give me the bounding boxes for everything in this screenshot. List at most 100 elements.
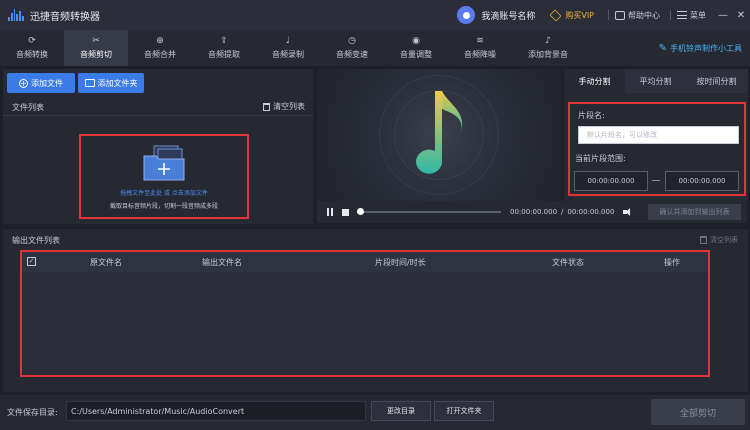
clear-output-button[interactable]: 清空列表 bbox=[700, 235, 738, 245]
time-separator: / bbox=[561, 208, 564, 216]
file-drop-zone[interactable]: 拖拽文件至此处 或 点击添加文件 截取目标音频片段，切割一段音频成多段 bbox=[79, 134, 249, 219]
tab-label: 音频转换 bbox=[16, 50, 48, 59]
split-panel: 手动分割 平均分割 按时间分割 片段名: 默认片段名，可以修改 当前片段范围: … bbox=[564, 69, 748, 201]
merge-icon: ⊕ bbox=[156, 36, 164, 46]
vip-label: 购买VIP bbox=[565, 10, 594, 20]
vip-diamond-icon bbox=[549, 9, 562, 21]
tab-label: 音量调整 bbox=[400, 50, 432, 59]
trash-icon bbox=[263, 102, 270, 111]
add-file-button[interactable]: + 添加文件 bbox=[7, 73, 75, 93]
app-logo-icon bbox=[8, 9, 24, 21]
tab-audio-speed[interactable]: ◷ 音频变速 bbox=[320, 30, 384, 66]
music-note-icon: ♪ bbox=[545, 36, 551, 46]
col-output-name: 输出文件名 bbox=[202, 258, 242, 267]
end-time-input[interactable]: 00:00:00.000 bbox=[665, 171, 739, 191]
ringtone-tool-label: 手机铃声制作小工具 bbox=[670, 43, 742, 53]
divider bbox=[608, 10, 609, 20]
segment-name-input[interactable]: 默认片段名，可以修改 bbox=[578, 126, 739, 144]
convert-icon: ⟳ bbox=[28, 36, 36, 46]
tab-audio-convert[interactable]: ⟳ 音频转换 bbox=[0, 30, 64, 66]
volume-icon[interactable] bbox=[623, 208, 633, 216]
add-file-label: 添加文件 bbox=[31, 78, 63, 88]
noise-icon: ≋ bbox=[476, 36, 484, 46]
player-controls: 00:00:00.000 / 00:00:00.000 确认并添加到输出列表 bbox=[317, 201, 747, 223]
tab-noise-reduction[interactable]: ≋ 音频降噪 bbox=[448, 30, 512, 66]
col-segment-time: 片段时间/时长 bbox=[375, 258, 426, 267]
divider bbox=[3, 115, 313, 116]
tab-volume-adjust[interactable]: ◉ 音量调整 bbox=[384, 30, 448, 66]
help-icon bbox=[615, 10, 625, 20]
tab-add-bgm[interactable]: ♪ 添加背景音 bbox=[512, 30, 584, 66]
save-dir-label: 文件保存目录: bbox=[7, 408, 58, 417]
save-dir-input[interactable]: C:/Users/Administrator/Music/AudioConver… bbox=[66, 401, 366, 421]
account-name[interactable]: 我滴账号名称 bbox=[481, 9, 535, 22]
tab-audio-record[interactable]: ♩ 音频录制 bbox=[256, 30, 320, 66]
stop-icon[interactable] bbox=[342, 208, 349, 216]
plus-icon: + bbox=[19, 78, 28, 88]
ringtone-tool-link[interactable]: ✎ 手机铃声制作小工具 bbox=[659, 30, 742, 66]
speed-icon: ◷ bbox=[348, 36, 356, 46]
drop-subtext: 截取目标音频片段，切割一段音频成多段 bbox=[109, 203, 218, 210]
tab-label: 音频录制 bbox=[272, 50, 304, 59]
add-folder-button[interactable]: 添加文件夹 bbox=[78, 73, 144, 93]
trash-icon bbox=[700, 236, 707, 244]
range-dash bbox=[652, 180, 660, 181]
manual-split-form: 片段名: 默认片段名，可以修改 当前片段范围: 00:00:00.000 00:… bbox=[568, 102, 746, 196]
change-dir-button[interactable]: 更改目录 bbox=[371, 401, 431, 421]
folder-add-icon bbox=[143, 145, 185, 181]
tab-manual-split[interactable]: 手动分割 bbox=[564, 69, 625, 93]
divider bbox=[670, 10, 671, 20]
extract-icon: ⇪ bbox=[220, 36, 228, 46]
file-list-title: 文件列表 bbox=[12, 103, 44, 112]
app-title: 迅捷音频转换器 bbox=[30, 11, 100, 23]
select-all-checkbox[interactable]: ✓ bbox=[27, 257, 36, 266]
help-center-button[interactable]: 帮助中心 bbox=[615, 10, 660, 21]
segment-range-label: 当前片段范围: bbox=[575, 154, 626, 163]
menu-label: 菜单 bbox=[690, 10, 706, 20]
output-list-panel: 输出文件列表 清空列表 ✓ 原文件名 输出文件名 片段时间/时长 文件状态 操作 bbox=[3, 229, 748, 392]
menu-button[interactable]: 菜单 bbox=[677, 10, 706, 21]
progress-knob[interactable] bbox=[357, 208, 364, 215]
start-time-input[interactable]: 00:00:00.000 bbox=[574, 171, 648, 191]
tab-audio-merge[interactable]: ⊕ 音频合并 bbox=[128, 30, 192, 66]
tab-label: 音频降噪 bbox=[464, 50, 496, 59]
clear-output-label: 清空列表 bbox=[710, 236, 738, 244]
pencil-icon: ✎ bbox=[658, 42, 667, 54]
tab-audio-extract[interactable]: ⇪ 音频提取 bbox=[192, 30, 256, 66]
clear-file-list-button[interactable]: 清空列表 bbox=[263, 101, 305, 112]
scissors-icon: ✂ bbox=[92, 36, 100, 46]
avatar[interactable] bbox=[457, 6, 476, 24]
col-actions: 操作 bbox=[664, 258, 680, 267]
help-label: 帮助中心 bbox=[628, 10, 660, 20]
pause-icon[interactable] bbox=[327, 208, 333, 216]
table-header: ✓ 原文件名 输出文件名 片段时间/时长 文件状态 操作 bbox=[22, 252, 708, 272]
buy-vip-button[interactable]: 购买VIP bbox=[549, 9, 594, 21]
output-list-title: 输出文件列表 bbox=[12, 236, 60, 245]
progress-slider[interactable] bbox=[357, 208, 501, 215]
tab-average-split[interactable]: 平均分割 bbox=[625, 69, 686, 93]
current-time: 00:00:00.000 bbox=[510, 208, 558, 216]
minimize-button[interactable]: — bbox=[714, 10, 732, 21]
function-tabs: ⟳ 音频转换 ✂ 音频剪切 ⊕ 音频合并 ⇪ 音频提取 ♩ 音频录制 ◷ 音频变速 ◉ 音量调… bbox=[0, 30, 750, 66]
close-button[interactable]: ✕ bbox=[732, 10, 750, 21]
file-list-panel: + 添加文件 添加文件夹 文件列表 清空列表 拖拽文件至此处 或 点击添加文件 … bbox=[3, 69, 313, 224]
clear-list-label: 清空列表 bbox=[273, 102, 305, 111]
split-mode-tabs: 手动分割 平均分割 按时间分割 bbox=[564, 69, 748, 93]
tab-label: 音频变速 bbox=[336, 50, 368, 59]
tab-audio-cut[interactable]: ✂ 音频剪切 bbox=[64, 30, 128, 66]
tab-time-split[interactable]: 按时间分割 bbox=[686, 69, 747, 93]
tab-label: 音频提取 bbox=[208, 50, 240, 59]
audio-preview bbox=[317, 69, 562, 201]
open-folder-button[interactable]: 打开文件夹 bbox=[434, 401, 494, 421]
footer-bar: 文件保存目录: C:/Users/Administrator/Music/Aud… bbox=[0, 395, 750, 430]
tab-label: 音频剪切 bbox=[80, 50, 112, 59]
segment-name-label: 片段名: bbox=[578, 111, 605, 120]
output-table: ✓ 原文件名 输出文件名 片段时间/时长 文件状态 操作 bbox=[20, 250, 710, 377]
confirm-add-output-button[interactable]: 确认并添加到输出列表 bbox=[648, 204, 741, 220]
tab-label: 添加背景音 bbox=[528, 50, 568, 59]
col-original-name: 原文件名 bbox=[90, 258, 122, 267]
volume-icon: ◉ bbox=[412, 36, 420, 46]
cut-all-button[interactable]: 全部剪切 bbox=[651, 399, 745, 425]
microphone-icon: ♩ bbox=[285, 36, 291, 46]
title-bar: 迅捷音频转换器 我滴账号名称 购买VIP 帮助中心 菜单 — ✕ bbox=[0, 0, 750, 30]
